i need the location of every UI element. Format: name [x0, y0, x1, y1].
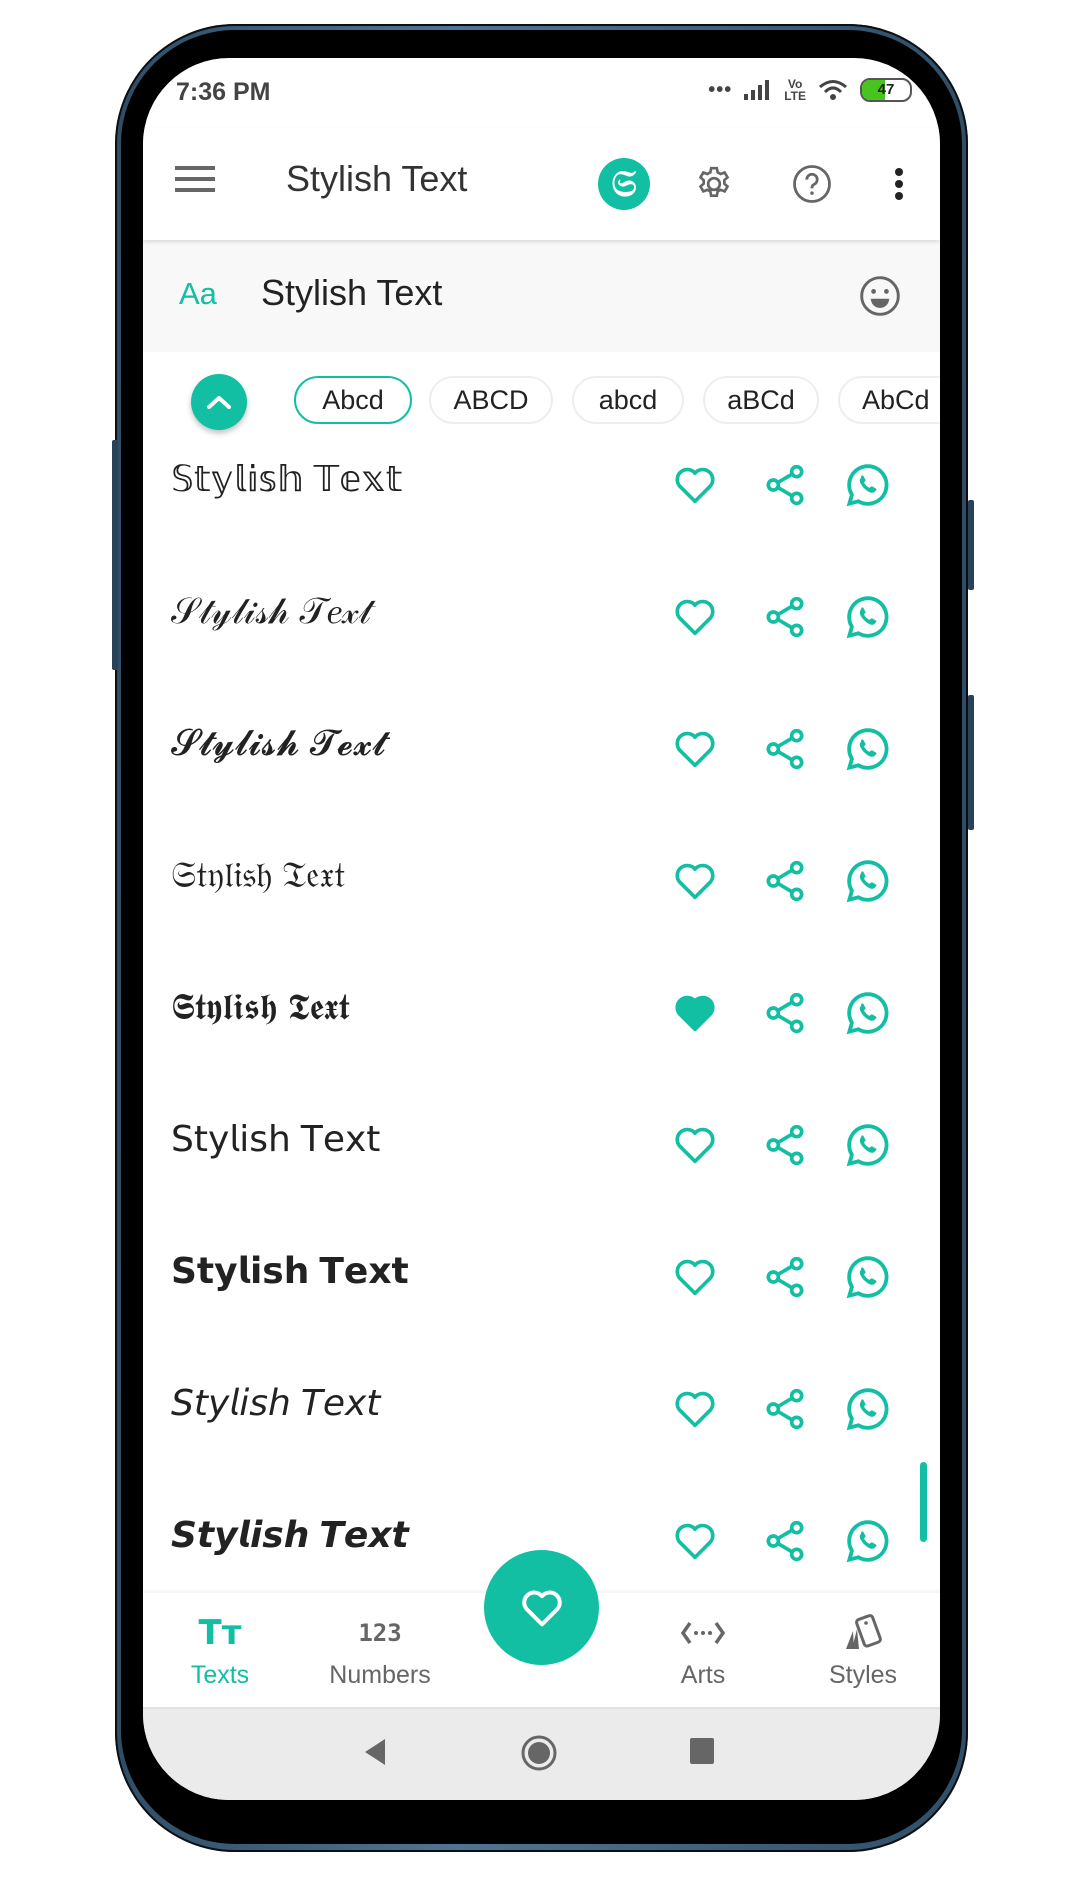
home-icon[interactable] — [521, 1735, 557, 1771]
case-chip[interactable]: Abcd — [294, 376, 412, 424]
system-nav-bar — [143, 1709, 940, 1800]
style-row[interactable]: 𝕾𝖙𝖞𝖑𝖎𝖘𝖍 𝕿𝖊𝖝𝖙 — [143, 976, 940, 1108]
style-row[interactable]: 𝘚𝘵𝘺𝘭𝘪𝘴𝘩 𝘛𝘦𝘹𝘵 — [143, 1372, 940, 1504]
app-title: Stylish Text — [286, 158, 468, 199]
favorite-icon[interactable] — [670, 724, 720, 774]
favorite-filled-icon[interactable] — [670, 988, 720, 1038]
case-chip[interactable]: ABCD — [429, 376, 553, 424]
screen: 7:36 PM ••• Vo LTE 47 Stylish Text 𝔖 Aa S… — [143, 58, 940, 1800]
style-text[interactable]: 𝓢𝓽𝔂𝓵𝓲𝓼𝓱 𝓣𝓮𝔁𝓽 — [171, 722, 386, 765]
settings-icon[interactable] — [688, 158, 740, 210]
whatsapp-icon[interactable] — [843, 724, 893, 774]
volte-icon: Vo LTE — [784, 77, 806, 103]
wifi-icon — [819, 80, 847, 100]
share-icon[interactable] — [760, 856, 810, 906]
whatsapp-icon[interactable] — [843, 592, 893, 642]
nav-arts[interactable]: Arts — [638, 1593, 768, 1707]
favorite-icon[interactable] — [670, 1120, 720, 1170]
share-icon[interactable] — [760, 592, 810, 642]
phone-power-button — [968, 695, 974, 830]
whatsapp-icon[interactable] — [843, 1384, 893, 1434]
nav-texts[interactable]: Tт Texts — [155, 1593, 285, 1707]
arts-icon — [638, 1611, 768, 1655]
share-icon[interactable] — [760, 724, 810, 774]
back-icon[interactable] — [363, 1737, 387, 1767]
recents-icon[interactable] — [689, 1737, 715, 1765]
case-chip-bar: Abcd ABCD abcd aBCd AbCd — [143, 352, 940, 452]
favorite-icon[interactable] — [670, 460, 720, 510]
notification-dots-icon: ••• — [708, 78, 733, 101]
menu-icon[interactable] — [175, 166, 215, 196]
case-chip[interactable]: abcd — [572, 376, 684, 424]
app-logo-icon[interactable]: 𝔖 — [598, 158, 650, 210]
style-text[interactable]: 𝕊𝕥𝕪𝕝𝕚𝕤𝕙 𝕋𝕖𝕩𝕥 — [171, 458, 402, 500]
style-row[interactable]: 𝓢𝓽𝔂𝓵𝓲𝓼𝓱 𝓣𝓮𝔁𝓽 — [143, 712, 940, 844]
favorite-icon[interactable] — [670, 1516, 720, 1566]
text-input[interactable]: Stylish Text — [261, 272, 442, 314]
style-row[interactable]: 𝖲𝗍𝗒𝗅𝗂𝗌𝗁 𝖳𝖾𝗑𝗍 — [143, 1108, 940, 1240]
style-text[interactable]: 𝘚𝘵𝘺𝘭𝘪𝘴𝘩 𝘛𝘦𝘹𝘵 — [171, 1382, 380, 1424]
numbers-icon: 123 — [358, 1619, 402, 1647]
share-icon[interactable] — [760, 988, 810, 1038]
nav-numbers[interactable]: 123 Numbers — [315, 1593, 445, 1707]
favorite-icon[interactable] — [670, 592, 720, 642]
text-input-bar[interactable]: Aa Stylish Text — [143, 240, 940, 352]
whatsapp-icon[interactable] — [843, 1120, 893, 1170]
style-text[interactable]: 𝔖𝔱𝔶𝔩𝔦𝔰𝔥 𝔗𝔢𝔵𝔱 — [171, 854, 345, 897]
collapse-button[interactable] — [191, 374, 247, 430]
styles-icon — [798, 1611, 928, 1655]
case-chip[interactable]: aBCd — [703, 376, 819, 424]
whatsapp-icon[interactable] — [843, 856, 893, 906]
font-size-icon: Aa — [179, 276, 217, 311]
share-icon[interactable] — [760, 460, 810, 510]
share-icon[interactable] — [760, 1384, 810, 1434]
style-text[interactable]: 𝕾𝖙𝖞𝖑𝖎𝖘𝖍 𝕿𝖊𝖝𝖙 — [171, 986, 350, 1029]
status-time: 7:36 PM — [176, 78, 271, 106]
whatsapp-icon[interactable] — [843, 988, 893, 1038]
style-row[interactable]: 𝒮𝓉𝓎𝓁𝒾𝓈𝒽 𝒯𝑒𝓍𝓉 — [143, 580, 940, 712]
style-row[interactable]: 𝕊𝕥𝕪𝕝𝕚𝕤𝕙 𝕋𝕖𝕩𝕥 — [143, 448, 940, 580]
texts-icon: Tт — [198, 1613, 242, 1653]
app-bar: Stylish Text 𝔖 — [143, 128, 940, 240]
whatsapp-icon[interactable] — [843, 1516, 893, 1566]
favorite-icon[interactable] — [670, 1252, 720, 1302]
share-icon[interactable] — [760, 1120, 810, 1170]
battery-icon: 47 — [860, 78, 912, 102]
phone-side-button — [112, 440, 118, 670]
favorite-icon[interactable] — [670, 856, 720, 906]
whatsapp-icon[interactable] — [843, 1252, 893, 1302]
case-chip[interactable]: AbCd — [838, 376, 940, 424]
style-text[interactable]: 𝙎𝙩𝙮𝙡𝙞𝙨𝙝 𝙏𝙚𝙭𝙩 — [171, 1514, 409, 1556]
favorites-fab[interactable] — [484, 1550, 599, 1665]
style-text[interactable]: 𝖲𝗍𝗒𝗅𝗂𝗌𝗁 𝖳𝖾𝗑𝗍 — [171, 1118, 380, 1160]
help-icon[interactable] — [786, 158, 838, 210]
more-vert-icon[interactable] — [873, 158, 925, 210]
style-row[interactable]: 𝔖𝔱𝔶𝔩𝔦𝔰𝔥 𝔗𝔢𝔵𝔱 — [143, 844, 940, 976]
scrollbar[interactable] — [920, 1462, 927, 1542]
emoji-icon[interactable] — [858, 274, 902, 323]
whatsapp-icon[interactable] — [843, 460, 893, 510]
share-icon[interactable] — [760, 1252, 810, 1302]
favorite-icon[interactable] — [670, 1384, 720, 1434]
style-text[interactable]: 𝗦𝘁𝘆𝗹𝗶𝘀𝗵 𝗧𝗲𝘅𝘁 — [171, 1250, 409, 1292]
signal-icon — [744, 80, 770, 100]
nav-styles[interactable]: Styles — [798, 1593, 928, 1707]
heart-icon — [521, 1590, 562, 1626]
status-bar: 7:36 PM ••• Vo LTE 47 — [143, 58, 940, 128]
share-icon[interactable] — [760, 1516, 810, 1566]
style-row[interactable]: 𝗦𝘁𝘆𝗹𝗶𝘀𝗵 𝗧𝗲𝘅𝘁 — [143, 1240, 940, 1372]
phone-volume-button — [968, 500, 974, 590]
chevron-up-icon — [207, 396, 231, 409]
style-text[interactable]: 𝒮𝓉𝓎𝓁𝒾𝓈𝒽 𝒯𝑒𝓍𝓉 — [171, 590, 371, 633]
